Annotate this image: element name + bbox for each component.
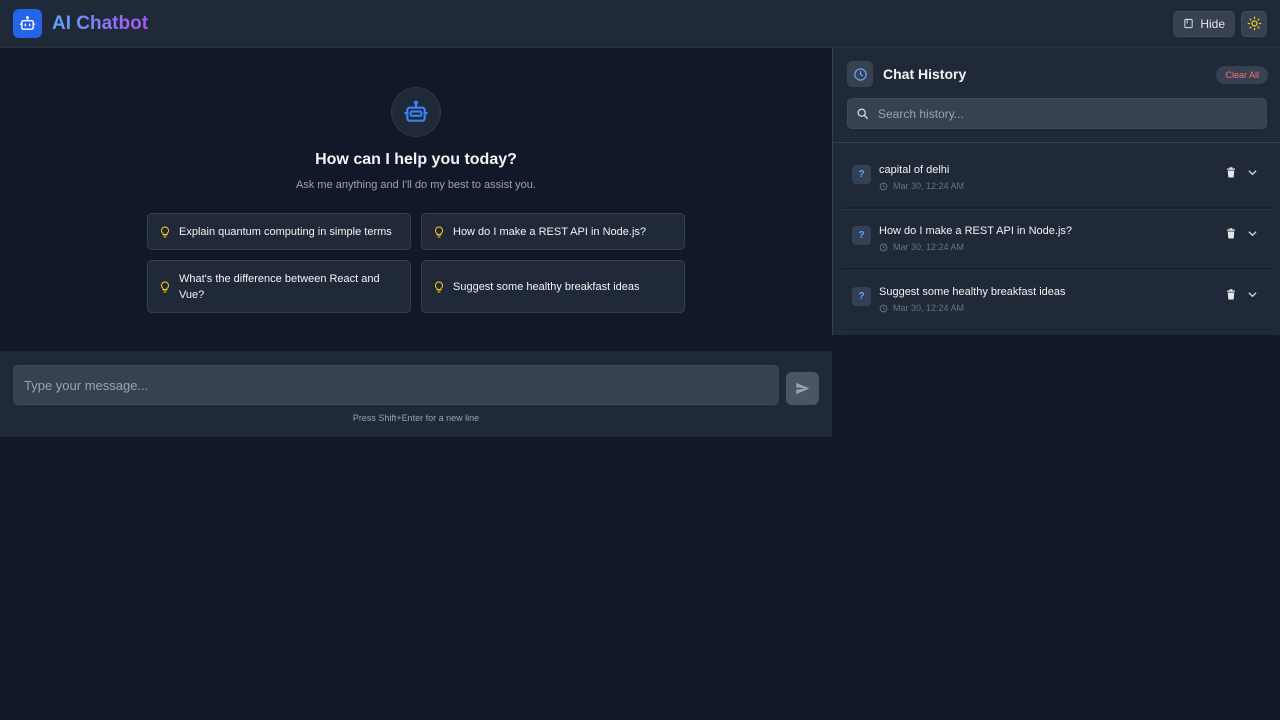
history-item-time: Mar 30, 12:24 AM (879, 242, 964, 252)
panel-icon (1184, 18, 1193, 29)
clock-icon (879, 304, 888, 312)
message-composer: Press Shift+Enter for a new line (0, 351, 832, 437)
lightbulb-icon (161, 280, 169, 292)
suggestion-label: What's the difference between React and … (179, 272, 380, 301)
brand: AI Chatbot (13, 9, 148, 38)
chevron-down-icon[interactable] (1247, 289, 1258, 300)
suggestion-label: How do I make a REST API in Node.js? (453, 225, 646, 238)
history-item[interactable]: ? capital of delhi Mar 30, 12:24 AM (842, 152, 1272, 209)
clock-icon (879, 182, 888, 190)
history-item-time: Mar 30, 12:24 AM (879, 181, 964, 191)
suggestion-button[interactable]: How do I make a REST API in Node.js? (421, 213, 685, 250)
clock-icon (879, 243, 888, 251)
header-actions: Hide (1173, 10, 1267, 37)
history-item[interactable]: ? How do I make a REST API in Node.js? M… (842, 213, 1272, 270)
theme-toggle-button[interactable] (1241, 10, 1267, 37)
history-search-input[interactable] (878, 106, 1258, 121)
trash-icon[interactable] (1226, 228, 1236, 239)
history-item-title: Suggest some healthy breakfast ideas (879, 286, 1066, 298)
hide-button-label: Hide (1200, 16, 1225, 31)
hide-history-button[interactable]: Hide (1173, 10, 1235, 37)
lightbulb-icon (435, 225, 443, 237)
history-panel: Chat History Clear All ? capital of delh… (832, 48, 1280, 335)
suggestion-label: Explain quantum computing in simple term… (179, 225, 392, 238)
welcome-subtitle: Ask me anything and I'll do my best to a… (296, 179, 536, 191)
question-icon: ? (852, 287, 871, 306)
history-item[interactable]: ? Suggest some healthy breakfast ideas M… (842, 274, 1272, 331)
history-item-time-label: Mar 30, 12:24 AM (893, 242, 965, 252)
question-icon: ? (852, 165, 871, 184)
robot-icon (391, 87, 441, 137)
input-hint: Press Shift+Enter for a new line (352, 413, 480, 423)
suggestion-button[interactable]: What's the difference between React and … (147, 260, 411, 313)
suggestion-button[interactable]: Suggest some healthy breakfast ideas (421, 260, 685, 313)
history-item-title: How do I make a REST API in Node.js? (879, 225, 1072, 237)
history-search (847, 98, 1267, 129)
lightbulb-icon (435, 280, 443, 292)
search-icon (857, 108, 869, 120)
sun-icon (1247, 16, 1261, 31)
app-title: AI Chatbot (52, 12, 149, 34)
question-icon: ? (852, 226, 871, 245)
lightbulb-icon (161, 225, 169, 237)
message-input[interactable] (13, 365, 779, 405)
clock-icon (847, 61, 873, 87)
clear-all-button[interactable]: Clear All (1216, 66, 1268, 84)
chat-area: How can I help you today? Ask me anythin… (0, 48, 832, 350)
history-item-title: capital of delhi (879, 164, 950, 176)
robot-logo-icon (13, 9, 42, 38)
history-item-time-label: Mar 30, 12:24 AM (893, 303, 965, 313)
send-icon (796, 382, 810, 395)
history-title: Chat History (883, 66, 967, 82)
trash-icon[interactable] (1226, 289, 1236, 300)
history-item-time-label: Mar 30, 12:24 AM (893, 181, 965, 191)
send-button[interactable] (786, 372, 819, 405)
chevron-down-icon[interactable] (1247, 167, 1258, 178)
app-header: AI Chatbot Hide (0, 0, 1280, 48)
trash-icon[interactable] (1226, 167, 1236, 178)
history-header: Chat History Clear All (833, 48, 1280, 143)
suggestion-button[interactable]: Explain quantum computing in simple term… (147, 213, 411, 250)
suggestion-label: Suggest some healthy breakfast ideas (453, 280, 640, 293)
history-item-time: Mar 30, 12:24 AM (879, 303, 964, 313)
welcome-title: How can I help you today? (315, 151, 517, 168)
chevron-down-icon[interactable] (1247, 228, 1258, 239)
